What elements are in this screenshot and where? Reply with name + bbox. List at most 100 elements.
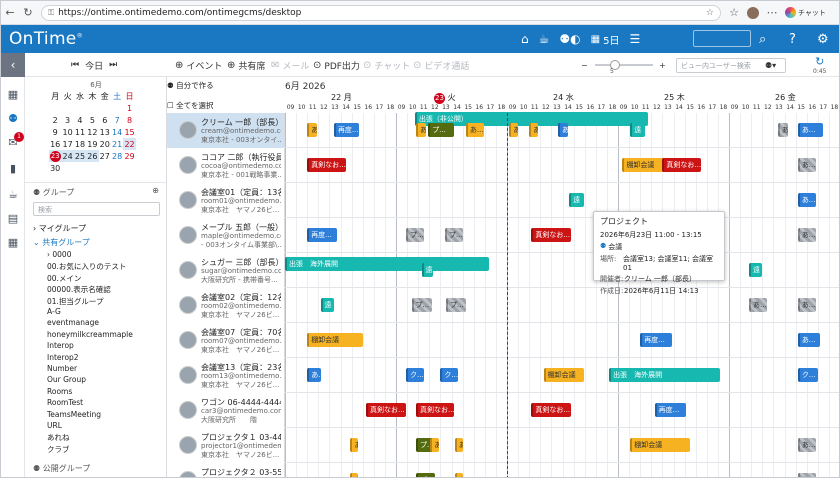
calendar-event[interactable]: プ... xyxy=(405,228,424,242)
chart-nav-icon[interactable]: ▮ xyxy=(7,163,19,175)
calendar-event[interactable]: 遠 xyxy=(569,193,584,207)
calendar-event[interactable]: あ... xyxy=(415,123,426,137)
calendar-event[interactable]: あ... xyxy=(797,193,816,207)
mini-cal-day[interactable]: 10 xyxy=(61,126,73,138)
group-item[interactable]: Number xyxy=(47,364,77,373)
group-item[interactable]: › 0000 xyxy=(47,250,71,259)
group-item[interactable]: 00.メイン xyxy=(47,273,81,284)
calendar-event[interactable]: 真剣なお... xyxy=(531,228,572,242)
group-item[interactable]: eventmanage xyxy=(47,318,99,327)
day-header[interactable]: 23 火 xyxy=(434,92,456,104)
calendar-event[interactable]: あ... xyxy=(350,473,359,477)
favorites-icon[interactable]: ☆ xyxy=(725,6,743,19)
user-filter-icon[interactable]: ⚉▾ xyxy=(765,53,776,77)
calendar-event[interactable]: 棚卸会議 xyxy=(543,368,584,382)
group-item[interactable]: Rooms xyxy=(47,387,72,396)
group-item[interactable]: URL xyxy=(47,421,62,430)
calendar-event[interactable]: 遠 xyxy=(748,263,763,277)
group-search-input[interactable]: 検索 xyxy=(33,202,160,216)
mini-cal-day[interactable]: 4 xyxy=(74,114,86,126)
video-button[interactable]: ⊙ ビデオ通話 xyxy=(413,53,469,77)
resource-header[interactable]: メープル 五郎（一般） maple@ontimedemo.co... - 003… xyxy=(167,218,285,253)
day-header[interactable]: 22 月 xyxy=(331,92,352,103)
group-item[interactable]: honeymilkcreammaple xyxy=(47,330,133,339)
create-own-button[interactable]: ⚉ 自分で作る xyxy=(167,80,214,91)
mini-cal-day[interactable]: 23 xyxy=(49,150,62,162)
resource-header[interactable]: クリーム 一郎（部長） cream@ontimedemo.co... 東京本社 … xyxy=(167,113,285,148)
days-selector[interactable]: ▦ 5日 xyxy=(591,32,620,47)
share-button[interactable]: ⊕ 共有席 xyxy=(227,53,265,77)
group-item[interactable]: 00.お気に入りのテスト xyxy=(47,261,126,272)
mini-cal-day[interactable]: 26 xyxy=(86,150,99,162)
calendar-event[interactable]: 真剣なお... xyxy=(415,403,454,417)
resource-row[interactable]: 会議室07（定員：70名） room07@ontimedemo.c... 東京本… xyxy=(167,323,839,358)
pdf-button[interactable]: ⊙ PDF出力 xyxy=(313,53,360,77)
mini-cal-day[interactable]: 27 xyxy=(99,150,111,162)
calendar-event[interactable]: プ... xyxy=(428,123,454,137)
calendar-event[interactable]: プ... xyxy=(445,298,466,312)
prev-week-icon[interactable]: ⏮ xyxy=(71,60,79,70)
app-logo[interactable]: OnTime® xyxy=(9,29,83,49)
calendar-event[interactable]: あ... xyxy=(307,368,321,382)
mini-cal-day[interactable]: 5 xyxy=(86,114,98,126)
mini-cal-day[interactable]: 25 xyxy=(73,150,87,162)
back-arrow-icon[interactable]: ← xyxy=(1,6,19,19)
public-group-toggle[interactable]: ⚉ 公開グループ xyxy=(25,463,167,474)
resource-header[interactable]: 会議室01（定員：13名）0... room01@ontimedemo.c...… xyxy=(167,183,285,218)
calendar-event[interactable]: あ... xyxy=(307,123,318,137)
resource-header[interactable]: プロジェクタ２ 03-5555... xyxy=(167,463,285,477)
calendar-event[interactable]: あ... xyxy=(797,298,816,312)
apps-nav-icon[interactable]: ▦ xyxy=(7,237,19,249)
mini-cal-day[interactable]: 22 xyxy=(123,138,136,150)
chat-toolbar-button[interactable]: ⊙ チャット xyxy=(363,53,410,77)
mini-cal-day[interactable]: 18 xyxy=(74,138,86,150)
resource-header[interactable]: ワゴン 06-4444-4444（... car3@ontimedemo.com… xyxy=(167,393,285,428)
resource-header[interactable]: シュガー 三郎（部長） sugar@ontimedemo.co... 大阪研究所… xyxy=(167,253,285,288)
resource-row[interactable]: 会議室13（定員：23名） room13@ontimedemo.c... 東京本… xyxy=(167,358,839,393)
calendar-event[interactable]: 棚卸会議 xyxy=(630,438,691,452)
calendar-event[interactable]: 棚卸会議 xyxy=(307,333,363,347)
group-item[interactable]: あれね xyxy=(47,432,70,443)
calendar-event[interactable]: あ... xyxy=(509,123,519,137)
calendar-event[interactable]: あ... xyxy=(454,438,463,452)
calendar-event[interactable]: プ... xyxy=(415,473,435,477)
reload-icon[interactable]: ↻ xyxy=(19,6,37,19)
resource-row[interactable]: シュガー 三郎（部長） sugar@ontimedemo.co... 大阪研究所… xyxy=(167,253,839,288)
mini-cal-day[interactable]: 17 xyxy=(61,138,73,150)
mini-cal-day[interactable]: 1 xyxy=(123,102,135,114)
mini-cal-day[interactable]: 20 xyxy=(99,138,111,150)
mini-cal-day[interactable]: 30 xyxy=(49,162,61,174)
calendar-event[interactable]: 出張 海外展開 xyxy=(285,257,490,271)
resource-row[interactable]: プロジェクタ１ 03-4444... projector1@ontimedem.… xyxy=(167,428,839,463)
mini-cal-day[interactable]: 29 xyxy=(123,150,135,162)
mini-cal-day[interactable]: 6 xyxy=(99,114,111,126)
calendar-event[interactable]: プ... xyxy=(444,228,463,242)
mini-cal-day[interactable]: 19 xyxy=(86,138,98,150)
mini-cal-day[interactable]: 12 xyxy=(86,126,98,138)
mini-cal-day[interactable]: 24 xyxy=(61,150,74,162)
group-item[interactable]: Interop2 xyxy=(47,353,79,362)
calendar-event[interactable]: あ... xyxy=(350,438,359,452)
mini-cal-day[interactable]: 2 xyxy=(49,114,61,126)
resource-header[interactable]: ココア 二郎（執行役員） cocoa@ontimedemo.co... 東京本社… xyxy=(167,148,285,183)
mini-cal-day[interactable]: 16 xyxy=(49,138,61,150)
day-header[interactable]: 25 木 xyxy=(664,92,685,103)
resource-row[interactable]: ココア 二郎（執行役員） cocoa@ontimedemo.co... 東京本社… xyxy=(167,148,839,183)
group-item[interactable]: 00000.表示名確認 xyxy=(47,284,111,295)
resource-header[interactable]: プロジェクタ１ 03-4444... projector1@ontimedem.… xyxy=(167,428,285,463)
calendar-nav-icon[interactable]: ▦ xyxy=(7,89,19,101)
calendar-event[interactable]: 遠 xyxy=(421,263,433,277)
coffee-icon[interactable]: ☕ xyxy=(539,32,550,46)
help-icon[interactable]: ? xyxy=(789,25,796,53)
chat-button[interactable]: チャット xyxy=(785,7,826,18)
search-icon[interactable]: ⌕ xyxy=(759,25,766,53)
calendar-event[interactable]: あ... xyxy=(454,473,463,477)
gear-icon[interactable]: ⚙ xyxy=(817,25,829,53)
resource-row[interactable]: ワゴン 06-4444-4444（... car3@ontimedemo.com… xyxy=(167,393,839,428)
address-bar[interactable]: ⚿ https://ontime.ontimedemo.com/ontimegc… xyxy=(41,4,721,21)
select-all-checkbox[interactable]: ☐ 全てを選択 xyxy=(167,100,213,111)
collapse-panel-button[interactable]: ‹ xyxy=(1,52,25,77)
mini-cal-day[interactable]: 7 xyxy=(111,114,123,126)
resource-header[interactable]: 会議室13（定員：23名） room13@ontimedemo.c... 東京本… xyxy=(167,358,285,393)
settings-sliders-icon[interactable]: ☰ xyxy=(629,32,640,46)
